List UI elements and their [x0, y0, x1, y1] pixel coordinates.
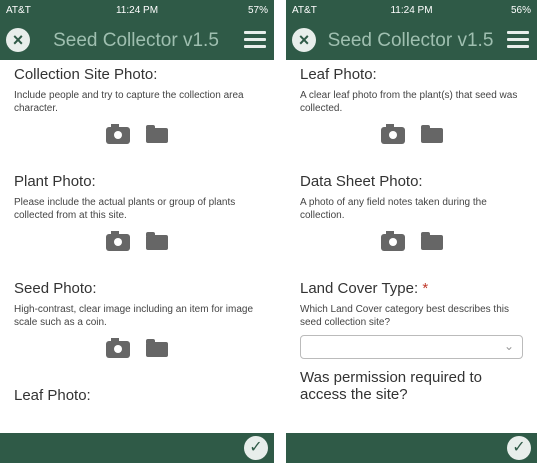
phone-screen-left: AT&T 11:24 PM 57% × Seed Collector v1.5 …: [0, 0, 274, 463]
check-icon[interactable]: ✓: [244, 436, 268, 460]
photo-actions: [300, 124, 523, 157]
permission-section: Was permission required to access the si…: [300, 369, 523, 403]
section-title: Plant Photo:: [14, 173, 96, 190]
land-cover-label: Land Cover Type:: [300, 280, 419, 297]
photo-actions: [14, 124, 260, 157]
camera-icon[interactable]: [106, 231, 130, 252]
section-title: Land Cover Type: *: [300, 280, 523, 297]
app-header: × Seed Collector v1.5: [286, 22, 537, 60]
status-bar: AT&T 11:24 PM 56%: [286, 0, 537, 22]
app-title: Seed Collector v1.5: [327, 30, 494, 51]
app-header: × Seed Collector v1.5: [0, 22, 274, 60]
hamburger-menu-icon[interactable]: [507, 31, 529, 49]
leaf-photo-section: Leaf Photo:: [14, 387, 260, 404]
section-description: Which Land Cover category best describes…: [300, 304, 509, 328]
folder-icon[interactable]: [420, 232, 443, 251]
time-label: 11:24 PM: [390, 5, 433, 16]
phone-screen-right: AT&T 11:24 PM 56% × Seed Collector v1.5 …: [286, 0, 537, 463]
section-description: Please include the actual plants or grou…: [14, 197, 236, 221]
seed-photo-section: Seed Photo: High-contrast, clear image i…: [14, 280, 260, 371]
form-content: Collection Site Photo: Include people an…: [0, 60, 274, 433]
camera-icon[interactable]: [106, 338, 130, 359]
app-title: Seed Collector v1.5: [53, 30, 219, 51]
time-label: 11:24 PM: [115, 5, 159, 16]
footer-bar: ✓: [0, 433, 274, 463]
section-title: Leaf Photo:: [300, 66, 377, 83]
close-icon[interactable]: ×: [292, 28, 316, 52]
section-description: A photo of any field notes taken during …: [300, 197, 487, 221]
photo-actions: [14, 231, 260, 264]
folder-icon[interactable]: [146, 339, 168, 358]
chevron-down-icon: ⌄: [503, 339, 514, 353]
section-description: Include people and try to capture the co…: [14, 90, 244, 114]
photo-actions: [300, 231, 523, 264]
section-description: High-contrast, clear image including an …: [14, 304, 253, 328]
section-title: Collection Site Photo:: [14, 66, 158, 83]
folder-icon[interactable]: [146, 232, 168, 251]
status-bar: AT&T 11:24 PM 57%: [0, 0, 274, 22]
section-title: Was permission required to access the si…: [300, 369, 483, 403]
plant-photo-section: Plant Photo: Please include the actual p…: [14, 173, 260, 264]
leaf-photo-section: Leaf Photo: A clear leaf photo from the …: [300, 66, 523, 157]
required-mark: *: [422, 280, 429, 297]
form-content: Leaf Photo: A clear leaf photo from the …: [286, 60, 537, 433]
section-description: A clear leaf photo from the plant(s) tha…: [300, 90, 518, 114]
land-cover-section: Land Cover Type: * Which Land Cover cate…: [300, 280, 523, 359]
footer-bar: ✓: [286, 433, 537, 463]
check-icon[interactable]: ✓: [507, 436, 531, 460]
section-title: Data Sheet Photo:: [300, 173, 423, 190]
folder-icon[interactable]: [420, 125, 443, 144]
section-title: Seed Photo:: [14, 280, 97, 297]
folder-icon[interactable]: [146, 125, 168, 144]
camera-icon[interactable]: [380, 124, 405, 145]
battery-label: 57%: [247, 5, 268, 16]
close-icon[interactable]: ×: [6, 28, 30, 52]
data-sheet-photo-section: Data Sheet Photo: A photo of any field n…: [300, 173, 523, 264]
section-title: Leaf Photo:: [14, 387, 91, 404]
photo-actions: [14, 338, 260, 371]
land-cover-select[interactable]: ⌄: [300, 335, 523, 359]
battery-label: 56%: [510, 5, 531, 16]
camera-icon[interactable]: [106, 124, 130, 145]
hamburger-menu-icon[interactable]: [244, 31, 266, 49]
collection-site-photo-section: Collection Site Photo: Include people an…: [14, 66, 260, 157]
camera-icon[interactable]: [380, 231, 405, 252]
